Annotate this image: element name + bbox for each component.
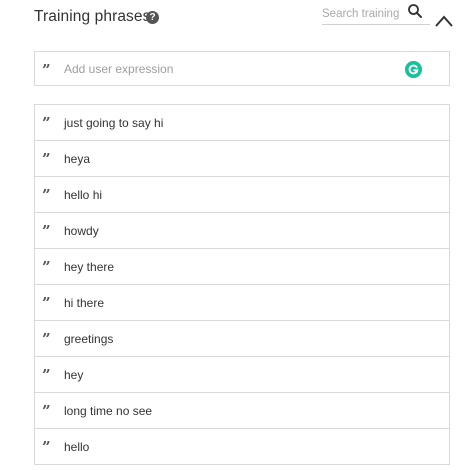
quote-icon: ” <box>42 441 50 453</box>
quote-icon: ” <box>42 333 50 345</box>
phrase-row[interactable]: ” just going to say hi <box>35 105 449 141</box>
phrase-row[interactable]: ” hello <box>35 429 449 465</box>
quote-icon: ” <box>42 369 50 381</box>
phrase-row[interactable]: ” hey there <box>35 249 449 285</box>
question-circle-icon[interactable]: ? <box>146 11 159 24</box>
phrase-text[interactable]: hey there <box>64 260 114 274</box>
quote-icon: ” <box>42 189 50 201</box>
phrase-row[interactable]: ” greetings <box>35 321 449 357</box>
phrase-text[interactable]: greetings <box>64 332 113 346</box>
phrase-text[interactable]: just going to say hi <box>64 116 163 130</box>
section-title: Training phrases <box>34 8 151 25</box>
add-user-expression-input[interactable] <box>64 60 384 78</box>
search-icon[interactable] <box>406 2 424 20</box>
phrase-row[interactable]: ” howdy <box>35 213 449 249</box>
phrase-list: ” just going to say hi ” heya ” hello hi… <box>34 104 450 465</box>
phrase-row[interactable]: ” hi there <box>35 285 449 321</box>
quote-icon: ” <box>42 261 50 273</box>
phrase-text[interactable]: long time no see <box>64 404 152 418</box>
training-phrases-panel: Training phrases ? ” ” just going to say… <box>0 0 474 470</box>
add-expression-row: ” <box>34 51 450 86</box>
quote-icon: ” <box>42 153 50 165</box>
chevron-up-icon[interactable] <box>434 14 454 28</box>
phrase-text[interactable]: hi there <box>64 296 104 310</box>
phrase-text[interactable]: hello hi <box>64 188 102 202</box>
phrase-row[interactable]: ” heya <box>35 141 449 177</box>
phrase-text[interactable]: howdy <box>64 224 99 238</box>
quote-icon: ” <box>42 64 50 76</box>
quote-icon: ” <box>42 405 50 417</box>
grammarly-icon[interactable] <box>405 61 422 78</box>
quote-icon: ” <box>42 117 50 129</box>
phrase-row[interactable]: ” long time no see <box>35 393 449 429</box>
phrase-row[interactable]: ” hey <box>35 357 449 393</box>
quote-icon: ” <box>42 225 50 237</box>
search-input[interactable] <box>322 5 400 23</box>
phrase-text[interactable]: hello <box>64 440 89 454</box>
phrase-text[interactable]: heya <box>64 152 90 166</box>
phrase-row[interactable]: ” hello hi <box>35 177 449 213</box>
phrase-text[interactable]: hey <box>64 368 83 382</box>
quote-icon: ” <box>42 297 50 309</box>
section-header: Training phrases ? <box>34 0 458 38</box>
